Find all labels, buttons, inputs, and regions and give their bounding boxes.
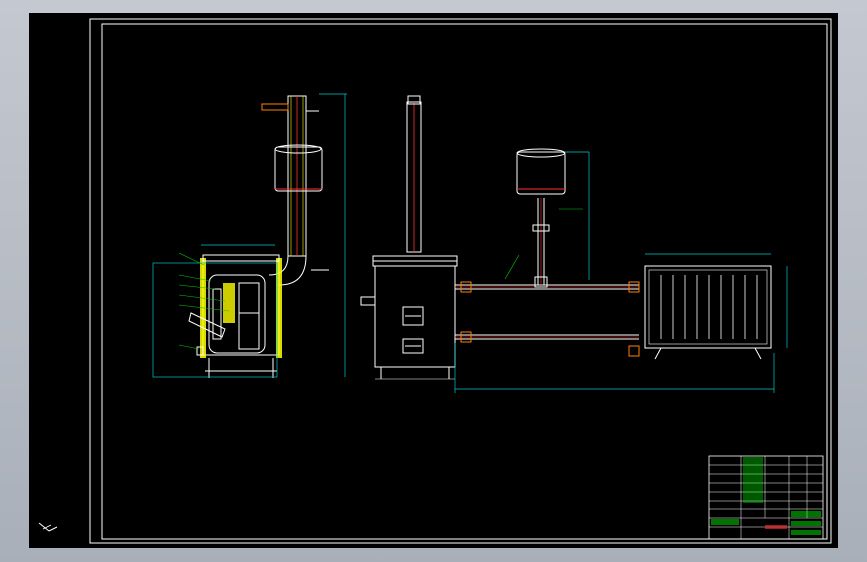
- boiler-heating-system-drawing: [38, 18, 832, 544]
- title-block: [708, 455, 824, 540]
- expansion-tank-icon: [516, 151, 566, 195]
- boiler-section-view: [152, 93, 347, 378]
- valve-icon: [261, 103, 289, 111]
- boiler-front-view: [360, 95, 458, 380]
- dimension-box-left: [152, 262, 278, 378]
- cad-viewport[interactable]: [29, 13, 838, 548]
- piping-network: [454, 148, 775, 393]
- radiator-icon: [644, 253, 788, 360]
- water-tank-icon: [274, 146, 323, 192]
- ucs-axis-icon: [38, 522, 58, 532]
